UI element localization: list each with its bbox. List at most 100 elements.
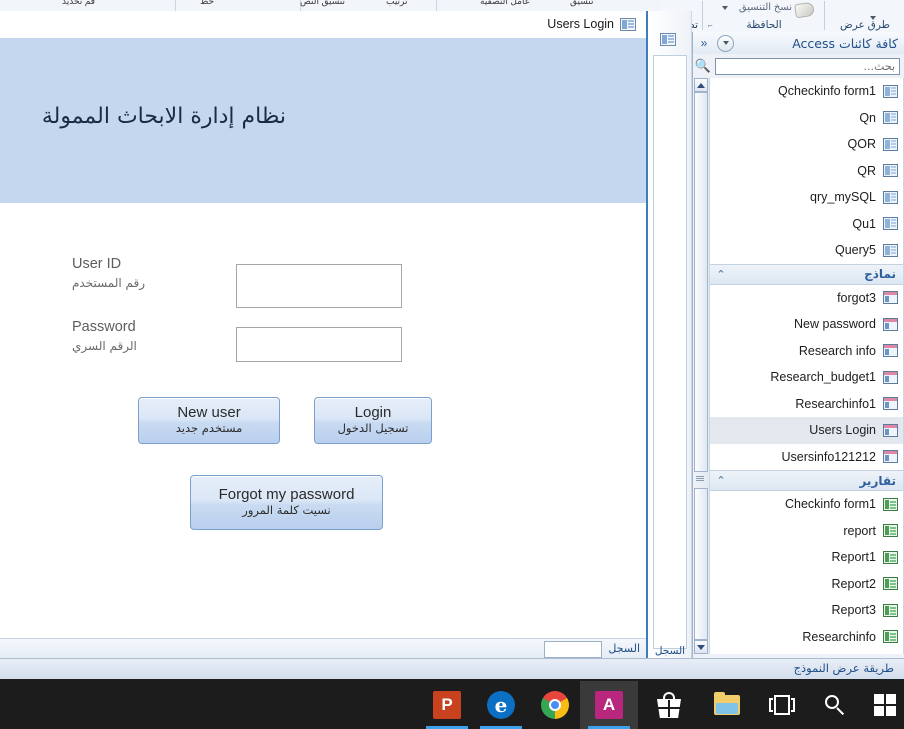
clipboard-chevron-down-icon[interactable]: [722, 6, 728, 10]
list-item[interactable]: qry_mySQL: [710, 184, 903, 211]
taskbar-powerpoint[interactable]: P: [418, 681, 476, 729]
form-body: User ID رقم المستخدم Password الرقم السر…: [0, 203, 646, 646]
list-item-label: Qn: [859, 110, 876, 125]
form-side-strip-label: السجل: [654, 645, 686, 657]
ribbon-sliver-text-1: خط: [200, 0, 215, 6]
list-item[interactable]: Researchinfo1: [710, 390, 903, 417]
chevron-up-icon[interactable]: ⌃: [710, 474, 732, 487]
login-button[interactable]: Login تسجيل الدخول: [314, 397, 432, 444]
chevron-down-circle-icon[interactable]: [717, 34, 734, 52]
record-number-input[interactable]: [544, 641, 602, 658]
list-item[interactable]: Report1: [710, 544, 903, 571]
password-input[interactable]: [236, 327, 402, 362]
query-icon: [883, 190, 898, 204]
scrollbar-thumb[interactable]: [694, 92, 708, 472]
taskbar-edge[interactable]: e: [472, 681, 530, 729]
new-user-button[interactable]: New user مستخدم جديد: [138, 397, 280, 444]
list-item[interactable]: Research_budget1: [710, 364, 903, 391]
list-item[interactable]: Qn: [710, 104, 903, 131]
list-item-label: Users Login: [809, 423, 876, 438]
list-item[interactable]: Report2: [710, 570, 903, 597]
list-item-label: Query5: [835, 243, 876, 258]
list-item[interactable]: forgot3: [710, 284, 903, 311]
report-icon: [883, 524, 898, 538]
nav-group-queries: Qcheckinfo form1 Qn QOR QR qry_mySQL Qu1…: [710, 78, 903, 264]
navigation-pane-scrollbar[interactable]: [693, 78, 710, 654]
form-icon: [883, 291, 898, 305]
navigation-pane-list: Qcheckinfo form1 Qn QOR QR qry_mySQL Qu1…: [693, 78, 904, 654]
login-button-label-ar: تسجيل الدخول: [337, 421, 409, 436]
user-id-input[interactable]: [236, 264, 402, 308]
list-item-label: qry_mySQL: [810, 190, 876, 205]
report-icon: [883, 577, 898, 591]
taskbar-file-explorer[interactable]: [698, 681, 756, 729]
edge-icon: e: [487, 691, 515, 719]
ribbon-group-clipboard[interactable]: نسخ التنسيق الحافظة ⌐: [704, 0, 824, 32]
taskbar-task-view[interactable]: [753, 681, 811, 729]
scrollbar-track-lower[interactable]: [694, 488, 708, 640]
taskbar: P e A: [0, 679, 904, 729]
form-window: Users Login نظام إدارة الابحاث الممولة U…: [0, 11, 648, 679]
format-painter-label[interactable]: نسخ التنسيق: [739, 2, 792, 13]
form-icon: [620, 17, 636, 31]
double-chevron-icon[interactable]: »: [695, 36, 713, 50]
form-side-strip: السجل: [648, 11, 692, 679]
forgot-password-button[interactable]: Forgot my password نسيت كلمة المرور: [190, 475, 383, 530]
task-view-icon: [769, 695, 795, 715]
clipboard-dialog-launcher-icon[interactable]: ⌐: [708, 21, 713, 30]
ribbon-group-views-label: طرق عرض: [840, 19, 890, 31]
ribbon-group-views[interactable]: طرق عرض: [826, 0, 904, 32]
list-item-label: Report3: [831, 603, 876, 618]
form-icon: [883, 423, 898, 437]
taskbar-store[interactable]: [640, 681, 698, 729]
search-icon[interactable]: 🔍: [693, 58, 713, 74]
file-explorer-icon: [714, 692, 740, 715]
list-item-label: Report2: [831, 576, 876, 591]
access-icon: A: [595, 691, 623, 719]
ribbon-sliver-text-5: تنسيق: [570, 0, 594, 6]
list-item-label: Checkinfo form1: [784, 497, 876, 512]
record-navigator-label: السجل: [608, 642, 640, 655]
list-item[interactable]: Checkinfo form1: [710, 491, 903, 518]
taskbar-chrome[interactable]: [526, 681, 584, 729]
list-item-users-login[interactable]: Users Login: [710, 417, 903, 444]
document-tab-users-login[interactable]: Users Login: [543, 15, 640, 33]
list-item[interactable]: Report3: [710, 597, 903, 624]
nav-group-reports: Checkinfo form1 report Report1 Report2 R…: [710, 491, 903, 650]
list-item[interactable]: Usersinfo121212: [710, 443, 903, 470]
document-tab-label: Users Login: [547, 17, 614, 31]
powerpoint-icon: P: [433, 691, 461, 719]
list-item-label: report: [843, 523, 876, 538]
nav-group-header-forms[interactable]: نماذج ⌃: [710, 263, 903, 285]
list-item[interactable]: QOR: [710, 131, 903, 158]
ribbon-sliver-text-2: تنسيق النص: [300, 0, 345, 6]
navigation-pane-header: كافة كائنات Access »: [693, 32, 904, 55]
form-icon: [883, 370, 898, 384]
format-painter-icon[interactable]: [794, 1, 815, 19]
ribbon-sliver-text-3: ترتيب: [386, 0, 408, 6]
list-item-label: QR: [857, 163, 876, 178]
list-item[interactable]: Qcheckinfo form1: [710, 78, 903, 105]
list-item[interactable]: Researchinfo: [710, 623, 903, 650]
report-icon: [883, 630, 898, 644]
status-bar-text: طريقة عرض النموذج: [793, 661, 894, 675]
list-item-label: Researchinfo1: [795, 396, 876, 411]
taskbar-start[interactable]: [856, 681, 904, 729]
search-input[interactable]: [715, 57, 900, 75]
list-item[interactable]: Research info: [710, 337, 903, 364]
list-item[interactable]: Query5: [710, 237, 903, 264]
list-item[interactable]: Qu1: [710, 210, 903, 237]
scroll-up-arrow-icon[interactable]: [694, 78, 708, 92]
nav-group-header-reports[interactable]: تقارير ⌃: [710, 470, 903, 491]
nav-group-reports-title: تقارير: [859, 473, 896, 488]
taskbar-access[interactable]: A: [580, 681, 638, 729]
list-item[interactable]: report: [710, 517, 903, 544]
list-item[interactable]: New password: [710, 311, 903, 338]
list-item[interactable]: QR: [710, 157, 903, 184]
login-button-label-en: Login: [354, 403, 392, 421]
password-label-en: Password: [72, 319, 136, 335]
scroll-down-arrow-icon[interactable]: [694, 640, 708, 654]
chevron-up-icon[interactable]: ⌃: [710, 268, 732, 281]
chrome-icon: [541, 691, 569, 719]
status-bar: طريقة عرض النموذج: [0, 658, 904, 679]
